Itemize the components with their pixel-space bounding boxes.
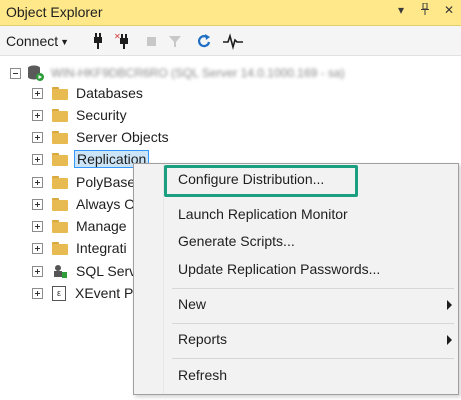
expand-icon[interactable] xyxy=(32,176,43,188)
disconnect-icon[interactable]: ✕ xyxy=(114,32,130,50)
tree-node-label: PolyBase xyxy=(76,174,136,190)
expand-icon[interactable] xyxy=(32,220,43,232)
submenu-arrow-icon xyxy=(447,300,452,310)
context-menu: Configure Distribution... Launch Replica… xyxy=(133,163,459,395)
folder-icon xyxy=(52,175,68,189)
folder-icon xyxy=(52,219,68,233)
menu-item-new[interactable]: New xyxy=(164,293,458,317)
expand-icon[interactable] xyxy=(32,287,43,299)
xevent-icon: ε xyxy=(52,285,66,301)
menu-item-label: Update Replication Passwords... xyxy=(178,261,381,277)
tree-node-label: Server Objects xyxy=(76,129,169,145)
collapse-icon[interactable] xyxy=(10,67,21,79)
expand-icon[interactable] xyxy=(32,265,43,277)
folder-icon xyxy=(52,108,68,122)
expand-icon[interactable] xyxy=(32,131,43,143)
tree-node-integration[interactable]: Integrati xyxy=(32,238,129,258)
tree-node-label: Always O xyxy=(76,196,136,212)
expand-icon[interactable] xyxy=(32,109,43,121)
pin-icon[interactable] xyxy=(419,2,431,18)
menu-separator xyxy=(172,323,454,324)
title-bar-controls: ▾ ✕ xyxy=(395,2,455,18)
server-icon xyxy=(27,65,45,81)
tree-node-always-on[interactable]: Always O xyxy=(32,194,137,214)
menu-item-label: New xyxy=(178,296,207,312)
menu-separator xyxy=(172,288,454,289)
submenu-arrow-icon xyxy=(447,335,452,345)
expand-icon[interactable] xyxy=(32,198,43,210)
tree-node-label: XEvent P xyxy=(75,285,134,301)
connect-button[interactable]: Connect ▼ xyxy=(6,33,69,49)
menu-item-label: Reports xyxy=(178,331,228,347)
server-label: WIN-HKF9DBCR6RO (SQL Server 14.0.1000.16… xyxy=(51,66,345,80)
tree-node-security[interactable]: Security xyxy=(32,105,129,125)
tree-node-label: Manage xyxy=(76,218,127,234)
menu-item-label: Refresh xyxy=(178,367,228,383)
menu-item-launch-replication-monitor[interactable]: Launch Replication Monitor xyxy=(164,203,458,227)
menu-gutter xyxy=(134,164,164,394)
object-explorer-toolbar: Connect ▼ ✕ xyxy=(0,26,461,56)
folder-icon xyxy=(52,130,68,144)
menu-separator xyxy=(172,358,454,359)
tree-node-xevent-profiler[interactable]: ε XEvent P xyxy=(32,283,135,303)
tree-node-sql-server-agent[interactable]: SQL Serv xyxy=(32,261,138,281)
menu-item-label: Generate Scripts... xyxy=(178,233,295,249)
close-icon[interactable]: ✕ xyxy=(443,3,455,18)
menu-item-update-replication-passwords[interactable]: Update Replication Passwords... xyxy=(164,258,458,282)
expand-icon[interactable] xyxy=(32,153,43,165)
server-node[interactable]: WIN-HKF9DBCR6RO (SQL Server 14.0.1000.16… xyxy=(10,64,345,82)
tree-node-label: Databases xyxy=(76,85,143,101)
sql-agent-icon xyxy=(52,263,68,279)
tree-node-management[interactable]: Manage xyxy=(32,216,129,236)
tree-node-label: Integrati xyxy=(76,240,127,256)
connect-label: Connect xyxy=(6,33,59,49)
tree-node-databases[interactable]: Databases xyxy=(32,83,145,103)
expand-icon[interactable] xyxy=(32,242,43,254)
folder-icon xyxy=(52,241,68,255)
tree-node-server-objects[interactable]: Server Objects xyxy=(32,127,171,147)
folder-icon xyxy=(52,197,68,211)
folder-icon xyxy=(52,86,68,100)
chevron-down-icon: ▼ xyxy=(60,37,70,48)
refresh-icon[interactable] xyxy=(196,32,212,50)
tree-node-label: SQL Serv xyxy=(76,263,137,279)
expand-icon[interactable] xyxy=(32,87,43,99)
activity-monitor-icon[interactable] xyxy=(222,32,244,50)
menu-item-refresh[interactable]: Refresh xyxy=(164,364,458,388)
folder-icon xyxy=(52,152,68,166)
stop-icon[interactable] xyxy=(144,32,160,50)
tree-node-label: Security xyxy=(76,107,127,123)
object-explorer-title-bar: Object Explorer ▾ ✕ xyxy=(0,0,461,26)
menu-item-generate-scripts[interactable]: Generate Scripts... xyxy=(164,230,458,254)
tree-node-polybase[interactable]: PolyBase xyxy=(32,172,137,192)
dropdown-icon[interactable]: ▾ xyxy=(395,3,407,18)
panel-title: Object Explorer xyxy=(6,4,103,20)
highlight-annotation xyxy=(164,165,358,197)
menu-item-label: Launch Replication Monitor xyxy=(178,206,348,222)
filter-icon[interactable] xyxy=(167,32,183,50)
svg-text:✕: ✕ xyxy=(114,32,121,41)
menu-item-reports[interactable]: Reports xyxy=(164,328,458,352)
tree-node-replication[interactable]: Replication xyxy=(32,149,150,169)
connect-icon[interactable] xyxy=(90,32,106,50)
